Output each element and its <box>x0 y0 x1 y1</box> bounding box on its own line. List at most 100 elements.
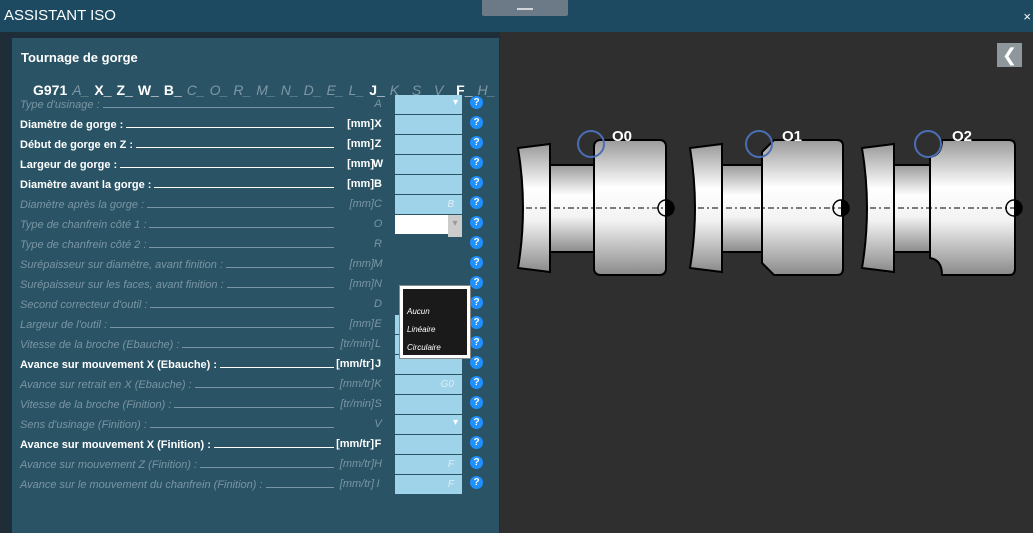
param-unit: [tr/min] <box>340 398 374 410</box>
param-label-text: Avance sur mouvement X (Ebauche) : <box>20 359 218 371</box>
origin-marker-o2 <box>914 130 942 158</box>
param-letter: W <box>372 158 384 170</box>
leader-line <box>149 218 334 228</box>
groove-preview-svg <box>516 130 1023 276</box>
param-select[interactable] <box>395 415 462 434</box>
leader-line <box>149 418 334 428</box>
help-icon[interactable]: ? <box>470 216 483 229</box>
help-icon[interactable]: ? <box>470 196 483 209</box>
param-input[interactable] <box>395 135 462 154</box>
dropdown-option[interactable]: Circulaire <box>403 343 467 361</box>
param-row-w: Largeur de gorge : [mm] W? <box>12 154 499 174</box>
help-icon[interactable]: ? <box>470 236 483 249</box>
help-icon[interactable]: ? <box>470 376 483 389</box>
help-icon[interactable]: ? <box>470 476 483 489</box>
param-letter: C <box>374 198 382 210</box>
param-label: Avance sur mouvement X (Finition) : <box>20 438 338 451</box>
param-row-s: Vitesse de la broche (Finition) : [tr/min… <box>12 394 499 414</box>
param-label-text: Avance sur retrait en X (Ebauche) : <box>20 379 192 391</box>
leader-line <box>226 258 334 268</box>
dropdown-option[interactable]: Aucun <box>403 307 467 325</box>
param-input[interactable] <box>395 115 462 134</box>
drag-handle[interactable] <box>482 0 568 16</box>
param-label: Diamètre de gorge : <box>20 118 338 131</box>
param-row-r: Type de chanfrein côté 2 : R? <box>12 234 499 254</box>
param-letter: Z <box>374 138 382 150</box>
leader-line <box>149 238 334 248</box>
param-label: Type d'usinage : <box>20 98 338 111</box>
help-icon[interactable]: ? <box>470 396 483 409</box>
param-input[interactable] <box>395 175 462 194</box>
param-label-text: Vitesse de la broche (Ebauche) : <box>20 339 180 351</box>
leader-line <box>147 198 334 208</box>
param-label-text: Diamètre de gorge : <box>20 119 124 131</box>
param-row-z: Début de gorge en Z : [mm] Z? <box>12 134 499 154</box>
param-letter: E <box>374 318 382 330</box>
leader-line <box>213 438 334 448</box>
help-icon[interactable]: ? <box>470 156 483 169</box>
param-unit: [mm/tr] <box>339 478 374 490</box>
dropdown-option[interactable]: Linéaire <box>403 325 467 343</box>
help-icon[interactable]: ? <box>470 276 483 289</box>
param-label: Largeur de l'outil : <box>20 318 338 331</box>
param-input[interactable] <box>395 155 462 174</box>
param-label-text: Type de chanfrein côté 2 : <box>20 239 147 251</box>
param-letter: X <box>374 118 382 130</box>
param-label: Sens d'usinage (Finition) : <box>20 418 338 431</box>
param-letter: O <box>373 218 383 230</box>
workpiece-o2 <box>860 130 1023 276</box>
param-row-b: Diamètre avant la gorge : [mm] B? <box>12 174 499 194</box>
help-icon[interactable]: ? <box>470 316 483 329</box>
param-row-i: Avance sur le mouvement du chanfrein (Fi… <box>12 474 499 494</box>
param-label: Surépaisseur sur les faces, avant finiti… <box>20 278 338 291</box>
param-input[interactable]: G0 <box>395 375 462 394</box>
collapse-chevron-icon[interactable]: ❮ <box>997 43 1022 67</box>
param-select[interactable] <box>395 215 462 237</box>
param-label: Largeur de gorge : <box>20 158 338 171</box>
help-icon[interactable]: ? <box>470 116 483 129</box>
help-icon[interactable]: ? <box>470 436 483 449</box>
help-icon[interactable]: ? <box>470 456 483 469</box>
param-input[interactable]: F <box>395 455 462 474</box>
param-row-v: Sens d'usinage (Finition) : V? <box>12 414 499 434</box>
param-letter: D <box>374 298 382 310</box>
leader-line <box>136 138 334 148</box>
help-icon[interactable]: ? <box>470 336 483 349</box>
chamfer-type-dropdown[interactable]: Aucun Linéaire Circulaire <box>399 285 471 359</box>
param-input[interactable]: B <box>395 195 462 214</box>
param-label: Diamètre après la gorge : <box>20 198 338 211</box>
leader-line <box>174 398 334 408</box>
help-icon[interactable]: ? <box>470 256 483 269</box>
help-icon[interactable]: ? <box>470 356 483 369</box>
param-letter: I <box>376 478 380 490</box>
param-unit: [mm/tr] <box>339 458 374 470</box>
param-label-text: Largeur de gorge : <box>20 159 118 171</box>
param-letter: K <box>374 378 382 390</box>
param-select[interactable] <box>395 95 462 114</box>
workpiece-o0 <box>516 130 675 276</box>
param-input[interactable] <box>395 435 462 454</box>
param-input[interactable] <box>395 395 462 414</box>
param-letter: H <box>374 458 382 470</box>
param-unit: [mm] <box>347 118 374 130</box>
leader-line <box>265 478 334 488</box>
help-icon[interactable]: ? <box>470 96 483 109</box>
help-icon[interactable]: ? <box>470 416 483 429</box>
leader-line <box>200 458 334 468</box>
workpiece-o1 <box>688 130 850 276</box>
leader-line <box>182 338 334 348</box>
param-label: Début de gorge en Z : <box>20 138 338 151</box>
param-label: Avance sur mouvement X (Ebauche) : <box>20 358 338 371</box>
param-unit: [mm] <box>349 278 374 290</box>
param-label-text: Vitesse de la broche (Finition) : <box>20 399 172 411</box>
param-input[interactable]: F <box>395 475 462 494</box>
leader-line <box>154 178 334 188</box>
help-icon[interactable]: ? <box>470 136 483 149</box>
param-row-o: Type de chanfrein côté 1 : O? <box>12 214 499 237</box>
param-label: Second correcteur d'outil : <box>20 298 338 311</box>
param-label-text: Surépaisseur sur diamètre, avant finitio… <box>20 259 223 271</box>
help-icon[interactable]: ? <box>470 296 483 309</box>
param-label: Avance sur mouvement Z (Finition) : <box>20 458 338 471</box>
help-icon[interactable]: ? <box>470 176 483 189</box>
close-icon[interactable]: × <box>1023 9 1031 24</box>
